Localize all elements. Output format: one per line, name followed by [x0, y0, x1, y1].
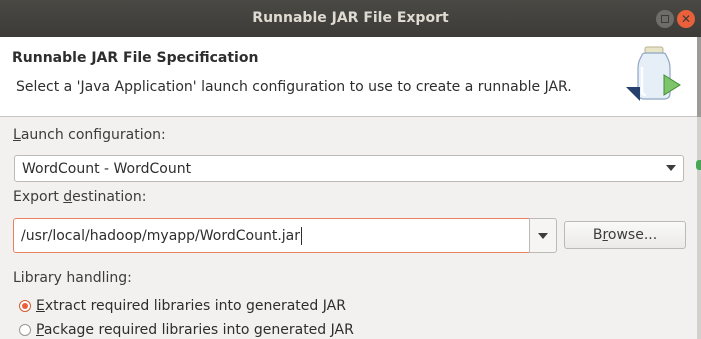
chevron-down-icon: [666, 165, 676, 171]
text-caret: [301, 227, 302, 245]
wizard-header: Runnable JAR File Specification Select a…: [0, 37, 697, 117]
jar-export-wizard-icon: [626, 46, 681, 101]
page-title: Runnable JAR File Specification: [12, 50, 259, 66]
launch-configuration-select[interactable]: WordCount - WordCount: [14, 155, 684, 182]
chevron-down-icon: [538, 233, 548, 239]
title-bar[interactable]: Runnable JAR File Export ✕: [0, 0, 701, 37]
export-destination-input[interactable]: /usr/local/hadoop/myapp/WordCount.jar: [13, 218, 530, 253]
header-scrollbar[interactable]: [697, 37, 701, 339]
window-title: Runnable JAR File Export: [252, 10, 449, 26]
export-destination-value: /usr/local/hadoop/myapp/WordCount.jar: [21, 228, 300, 244]
extract-libraries-label[interactable]: Extract required libraries into generate…: [36, 298, 346, 314]
launch-configuration-label: Launch configuration:: [13, 127, 166, 143]
package-libraries-radio[interactable]: [19, 324, 31, 336]
browse-button[interactable]: Browse...: [564, 221, 686, 249]
package-libraries-label[interactable]: Package required libraries into generate…: [36, 322, 354, 338]
export-destination-label: Export destination:: [13, 189, 147, 205]
scrollbar-thumb[interactable]: [697, 37, 701, 117]
minimize-button[interactable]: [656, 10, 674, 28]
library-handling-label: Library handling:: [13, 270, 132, 286]
close-button[interactable]: ✕: [677, 10, 695, 28]
close-icon: ✕: [680, 12, 692, 26]
browse-button-label: Browse...: [592, 227, 658, 243]
extract-libraries-radio[interactable]: [19, 300, 31, 312]
launch-configuration-value: WordCount - WordCount: [22, 161, 192, 177]
export-destination-history-button[interactable]: [529, 218, 557, 253]
dialog-window: Runnable JAR File Export ✕ Runnable JAR …: [0, 0, 701, 339]
page-description: Select a 'Java Application' launch confi…: [16, 79, 572, 95]
background-window-edge: [696, 160, 701, 170]
